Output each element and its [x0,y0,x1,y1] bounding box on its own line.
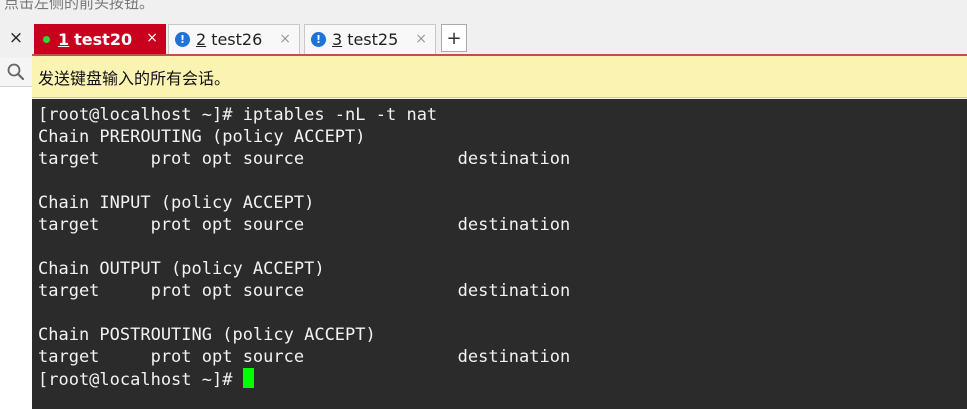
terminal-line: Chain POSTROUTING (policy ACCEPT) [38,325,376,345]
terminal-line: Chain PREROUTING (policy ACCEPT) [38,127,366,147]
tab-label: test25 [347,30,399,49]
terminal-output[interactable]: [root@localhost ~]# iptables -nL -t nat … [32,99,967,409]
terminal-prompt-line: [root@localhost ~]# [38,368,967,390]
terminal-line: target prot opt source destination [38,215,571,235]
tab-number: 1 [58,29,70,49]
new-tab-button[interactable]: + [441,24,467,52]
close-tab-icon[interactable]: × [279,31,291,47]
terminal-line: target prot opt source destination [38,347,571,367]
close-tab-icon[interactable]: × [146,30,158,46]
close-tab-icon[interactable]: × [415,31,427,47]
warning-icon: ! [311,32,326,47]
terminal-cursor [242,368,254,388]
warning-icon: ! [175,32,190,47]
tab-number: 3 [332,30,343,49]
send-to-all-sessions-notice: 发送键盘输入的所有会话。 [32,56,967,98]
terminal-line: target prot opt source destination [38,149,571,169]
tab-test25[interactable]: ! 3 test25 × [304,24,436,54]
terminal-prompt: [root@localhost ~]# [38,370,243,390]
tab-label: test20 [74,29,133,49]
close-all-button[interactable]: × [0,22,32,54]
search-icon[interactable] [0,58,32,87]
top-hint-text: 点击左侧的前头按钮。 [4,0,155,12]
connected-status-icon [43,35,50,43]
left-panel [0,87,32,409]
terminal-line: [root@localhost ~]# iptables -nL -t nat [38,105,438,125]
terminal-line: Chain INPUT (policy ACCEPT) [38,193,315,213]
terminal-line: Chain OUTPUT (policy ACCEPT) [38,259,325,279]
session-tab-bar: 1 test20 × ! 2 test26 × ! 3 test25 × + [32,22,967,56]
tab-test20[interactable]: 1 test20 × [34,24,166,54]
tab-label: test26 [211,30,263,49]
tab-test26[interactable]: ! 2 test26 × [168,24,300,54]
terminal-line: target prot opt source destination [38,281,571,301]
tab-number: 2 [196,30,207,49]
